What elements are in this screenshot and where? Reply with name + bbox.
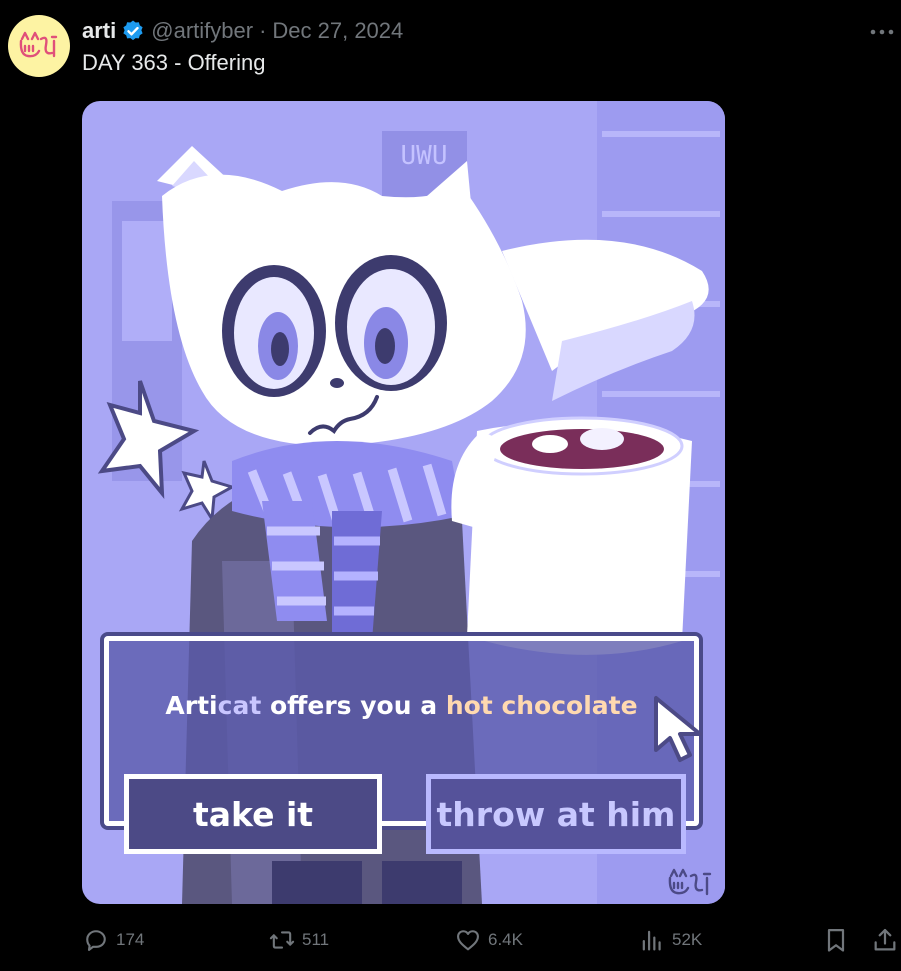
bookmark-button[interactable] xyxy=(822,923,856,957)
views-count: 52K xyxy=(672,930,703,949)
views-button[interactable]: 52K xyxy=(638,923,702,957)
like-button[interactable]: 6.4K xyxy=(454,923,523,957)
action-bar: 174 511 6.4K 52K xyxy=(0,923,901,957)
reply-button[interactable]: 174 xyxy=(82,923,144,957)
reply-count: 174 xyxy=(116,930,145,949)
post-text: DAY 363 - Offering xyxy=(82,50,266,75)
post-header: arti @artifyber · Dec 27, 2024 xyxy=(82,16,403,46)
header-separator: · xyxy=(259,18,267,43)
artist-signature-icon xyxy=(668,868,712,896)
dialog-name-prefix: Arti xyxy=(165,691,218,720)
post-image[interactable]: UWU Articat offers you a hot chocolate t… xyxy=(82,101,725,904)
repost-count: 511 xyxy=(302,930,330,949)
user-handle[interactable]: @artifyber xyxy=(151,18,253,44)
dialog-highlight: hot chocolate xyxy=(445,691,638,720)
repost-button[interactable]: 511 xyxy=(268,923,329,957)
reply-icon xyxy=(86,930,106,951)
sign-text: UWU xyxy=(401,141,448,171)
artist-logo-icon xyxy=(19,31,58,58)
like-count: 6.4K xyxy=(488,930,523,949)
heart-icon xyxy=(457,930,479,951)
dialog-text: Articat offers you a hot chocolate xyxy=(109,691,694,720)
share-button[interactable] xyxy=(871,923,901,957)
dialog-name-suffix: cat xyxy=(217,691,262,720)
cursor-icon xyxy=(654,696,702,762)
more-icon[interactable] xyxy=(869,22,895,42)
bookmark-icon xyxy=(827,928,845,952)
avatar[interactable] xyxy=(8,15,70,77)
share-icon xyxy=(874,928,896,951)
option-take-it[interactable]: take it xyxy=(124,774,382,854)
display-name[interactable]: arti xyxy=(82,18,116,44)
verified-badge-icon xyxy=(123,20,143,41)
post-date[interactable]: Dec 27, 2024 xyxy=(272,18,403,44)
option-throw-at-him[interactable]: throw at him xyxy=(426,774,686,854)
repost-icon xyxy=(269,931,295,949)
dialog-middle: offers you a xyxy=(261,691,446,720)
views-icon xyxy=(642,930,661,951)
